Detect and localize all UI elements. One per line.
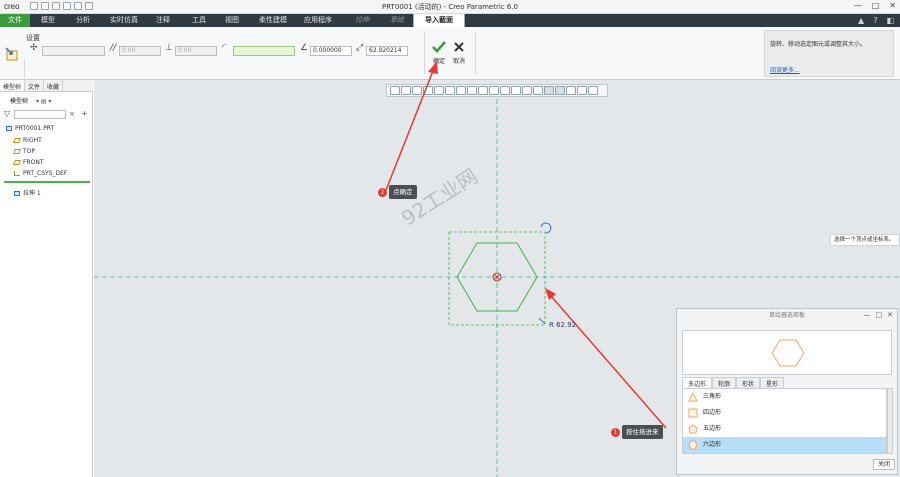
tab-profile[interactable]: 轮廓 bbox=[712, 377, 737, 388]
step-2-badge: 2 bbox=[378, 188, 387, 197]
arrow-head-ok bbox=[428, 61, 438, 74]
shape-list-scrollbar[interactable] bbox=[887, 388, 893, 454]
status-hint: 选择一个顶点或坐标系。 bbox=[830, 234, 900, 246]
palette-tabs: 多边形 轮廓 形状 星形 bbox=[682, 377, 785, 388]
triangle-icon bbox=[688, 392, 698, 402]
list-item-square[interactable]: 四边形 bbox=[683, 405, 886, 421]
arrow-to-canvas bbox=[550, 295, 667, 429]
palette-window-controls: — □ ✕ bbox=[864, 311, 894, 319]
shape-preview bbox=[682, 330, 892, 375]
arrow-to-ok bbox=[385, 70, 434, 191]
list-item-hexagon[interactable]: 六边形 bbox=[683, 437, 886, 453]
arrow-head-canvas bbox=[545, 288, 556, 300]
palette-close-button[interactable]: 关闭 bbox=[873, 459, 895, 470]
tab-star[interactable]: 星形 bbox=[760, 377, 785, 388]
hexagon-preview-icon bbox=[771, 339, 805, 367]
list-item-label: 四边形 bbox=[703, 409, 722, 416]
scale-handle-icon[interactable] bbox=[538, 317, 546, 325]
callout-click-ok: 点确定 bbox=[389, 185, 417, 199]
pentagon-icon bbox=[688, 424, 698, 434]
callout-drag-in: 按住拖进来 bbox=[622, 425, 663, 439]
list-item-label: 六边形 bbox=[703, 441, 722, 448]
step-1-badge: 1 bbox=[611, 428, 620, 437]
sketcher-palette-dialog: 草绘器选项板 — □ ✕ 多边形 轮廓 形状 星形 三角形 四边形 五边形 六边… bbox=[676, 308, 898, 475]
rotate-handle-icon[interactable] bbox=[540, 222, 552, 234]
list-item-label: 五边形 bbox=[703, 425, 722, 432]
shape-list: 三角形 四边形 五边形 六边形 bbox=[682, 388, 887, 454]
list-item-label: 三角形 bbox=[703, 393, 722, 400]
close-icon[interactable]: ✕ bbox=[887, 311, 893, 319]
list-item-pentagon[interactable]: 五边形 bbox=[683, 421, 886, 437]
tab-polygon[interactable]: 多边形 bbox=[682, 377, 713, 388]
minimize-icon[interactable]: — bbox=[864, 311, 871, 319]
list-item-triangle[interactable]: 三角形 bbox=[683, 389, 886, 405]
square-icon bbox=[688, 408, 698, 418]
tab-shape[interactable]: 形状 bbox=[736, 377, 761, 388]
maximize-icon[interactable]: □ bbox=[876, 311, 883, 319]
radius-dimension: R 62.92 bbox=[549, 321, 577, 329]
hexagon-icon bbox=[688, 440, 698, 450]
